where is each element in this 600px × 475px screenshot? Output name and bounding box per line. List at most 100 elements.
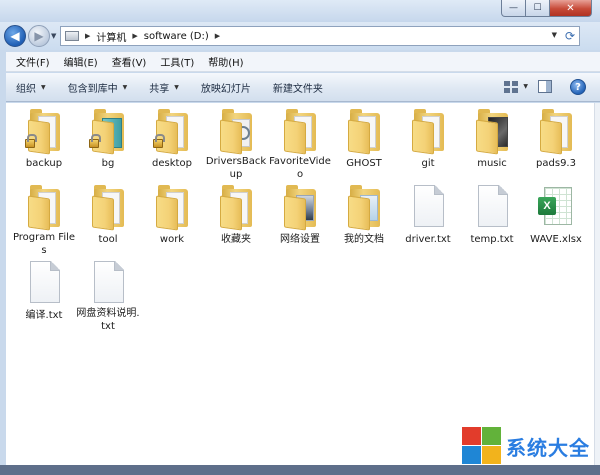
organize-label: 组织 xyxy=(16,83,36,95)
watermark: 系统大全 xyxy=(462,424,600,468)
windows-logo-icon xyxy=(462,427,502,465)
maximize-button[interactable]: ☐ xyxy=(526,0,550,17)
folder-icon xyxy=(536,109,576,155)
file-item[interactable]: 网盘资料说明.txt xyxy=(76,261,140,333)
breadcrumb-separator-icon[interactable]: ▶ xyxy=(132,32,137,40)
breadcrumb-separator-icon[interactable]: ▶ xyxy=(215,32,220,40)
view-options-dropdown-icon[interactable]: ▼ xyxy=(523,83,528,90)
new-folder-button[interactable]: 新建文件夹 xyxy=(273,80,323,95)
navigation-bar: ◀ ▶ ▼ ▶ 计算机 ▶ software (D:) ▶ ▼ ⟳ xyxy=(0,22,600,50)
folder-item[interactable]: git xyxy=(396,109,460,181)
file-name-label: backup xyxy=(25,158,63,169)
file-name-label: desktop xyxy=(152,158,192,169)
folder-item[interactable]: 网络设置 xyxy=(268,185,332,257)
breadcrumb-drive[interactable]: software (D:) xyxy=(144,31,209,42)
menu-bar: 文件(F) 编辑(E) 查看(V) 工具(T) 帮助(H) xyxy=(6,52,600,72)
menu-tools[interactable]: 工具(T) xyxy=(160,54,194,69)
include-in-library-button[interactable]: 包含到库中 ▼ xyxy=(68,80,128,95)
file-name-label: 收藏夹 xyxy=(221,234,251,245)
change-view-icon[interactable] xyxy=(504,81,518,93)
file-name-label: 网络设置 xyxy=(280,234,320,245)
lock-icon xyxy=(153,134,165,148)
folder-item[interactable]: 我的文档 xyxy=(332,185,396,257)
folder-icon xyxy=(152,109,192,155)
folder-icon xyxy=(24,109,64,155)
file-name-label: git xyxy=(421,158,435,169)
forward-button[interactable]: ▶ xyxy=(28,25,50,47)
file-item[interactable]: temp.txt xyxy=(460,185,524,257)
caption-buttons: — ☐ ✕ xyxy=(501,0,592,17)
slideshow-button[interactable]: 放映幻灯片 xyxy=(201,80,251,95)
folder-icon xyxy=(472,109,512,155)
file-name-label: temp.txt xyxy=(470,234,514,245)
preview-pane-icon[interactable] xyxy=(538,80,552,93)
file-name-label: pads9.3 xyxy=(536,158,576,169)
folder-item[interactable]: backup xyxy=(12,109,76,181)
folder-item[interactable]: Program Files xyxy=(12,185,76,257)
text-file-icon xyxy=(88,261,128,305)
folder-item[interactable]: bg xyxy=(76,109,140,181)
excel-badge: X xyxy=(538,197,556,215)
watermark-text: 系统大全 xyxy=(506,435,590,460)
folder-icon xyxy=(152,185,192,231)
folder-icon xyxy=(344,109,384,155)
folder-icon xyxy=(408,109,448,155)
recent-pages-dropdown-icon[interactable]: ▼ xyxy=(51,32,56,40)
include-in-library-label: 包含到库中 xyxy=(67,83,118,95)
folder-item[interactable]: 收藏夹 xyxy=(204,185,268,257)
command-bar: 组织 ▼ 包含到库中 ▼ 共享 ▼ 放映幻灯片 新建文件夹 ▼ ? xyxy=(6,73,600,102)
menu-view[interactable]: 查看(V) xyxy=(112,54,147,69)
folder-item[interactable]: FavoriteVideo xyxy=(268,109,332,181)
folder-icon xyxy=(280,109,320,155)
menu-help[interactable]: 帮助(H) xyxy=(208,54,243,69)
share-button[interactable]: 共享 ▼ xyxy=(149,80,179,95)
folder-icon xyxy=(216,109,256,155)
chevron-down-icon: ▼ xyxy=(41,83,46,91)
breadcrumb-separator-icon[interactable]: ▶ xyxy=(85,32,90,40)
file-name-label: DriversBackup xyxy=(205,156,267,180)
organize-button[interactable]: 组织 ▼ xyxy=(16,80,46,95)
refresh-icon[interactable]: ⟳ xyxy=(565,29,575,43)
address-dropdown-icon[interactable]: ▼ xyxy=(552,31,557,39)
file-name-label: driver.txt xyxy=(405,234,451,245)
breadcrumb-computer[interactable]: 计算机 xyxy=(96,29,126,44)
folder-icon xyxy=(216,185,256,231)
folder-item[interactable]: work xyxy=(140,185,204,257)
chevron-down-icon: ▼ xyxy=(174,83,179,91)
file-name-label: WAVE.xlsx xyxy=(530,234,582,245)
close-button[interactable]: ✕ xyxy=(550,0,592,17)
file-list[interactable]: backup bg desktop DriversBackup FavoriteVide… xyxy=(6,103,600,465)
folder-item[interactable]: tool xyxy=(76,185,140,257)
title-bar[interactable]: — ☐ ✕ xyxy=(0,0,600,22)
file-name-label: 我的文档 xyxy=(344,234,384,245)
menu-file[interactable]: 文件(F) xyxy=(16,54,50,69)
text-file-icon xyxy=(24,261,64,307)
file-name-label: 网盘资料说明.txt xyxy=(76,308,140,332)
lock-icon xyxy=(25,134,37,148)
file-name-label: Program Files xyxy=(12,232,76,256)
folder-item[interactable]: pads9.3 xyxy=(524,109,588,181)
scrollbar[interactable] xyxy=(594,103,600,465)
file-item[interactable]: 编译.txt xyxy=(12,261,76,333)
folder-item[interactable]: GHOST xyxy=(332,109,396,181)
folder-item[interactable]: DriversBackup xyxy=(204,109,268,181)
folder-item[interactable]: desktop xyxy=(140,109,204,181)
chevron-down-icon: ▼ xyxy=(122,83,128,91)
folder-icon xyxy=(88,185,128,231)
file-name-label: music xyxy=(477,158,507,169)
excel-file-icon: X xyxy=(536,185,576,231)
back-button[interactable]: ◀ xyxy=(4,25,26,47)
computer-icon xyxy=(65,31,79,41)
folder-item[interactable]: music xyxy=(460,109,524,181)
file-name-label: 编译.txt xyxy=(25,310,63,321)
file-name-label: work xyxy=(159,234,185,245)
address-bar[interactable]: ▶ 计算机 ▶ software (D:) ▶ ▼ ⟳ xyxy=(60,26,580,46)
minimize-button[interactable]: — xyxy=(501,0,526,17)
menu-edit[interactable]: 编辑(E) xyxy=(64,54,98,69)
file-item[interactable]: driver.txt xyxy=(396,185,460,257)
file-item[interactable]: X WAVE.xlsx xyxy=(524,185,588,257)
folder-icon xyxy=(88,109,128,155)
help-icon[interactable]: ? xyxy=(570,79,586,95)
share-label: 共享 xyxy=(149,83,170,95)
folder-icon xyxy=(344,185,384,231)
